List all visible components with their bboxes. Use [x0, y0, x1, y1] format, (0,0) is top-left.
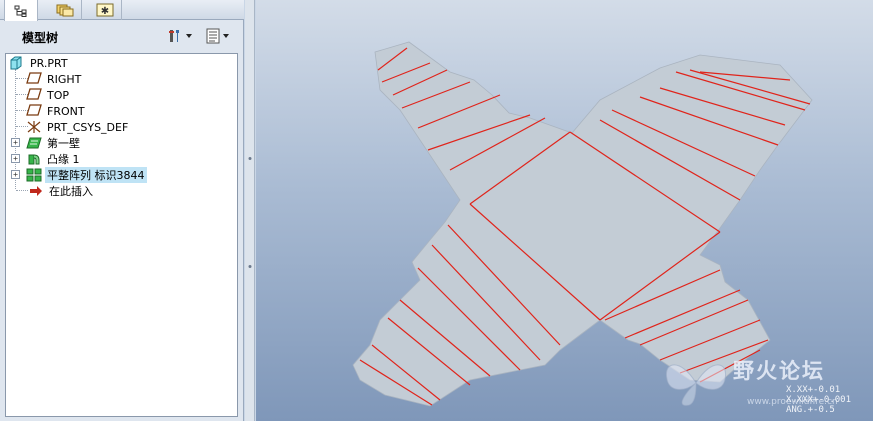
tree-item-label: FRONT	[47, 104, 85, 118]
tree-item-insert-here[interactable]: 在此插入	[6, 183, 237, 199]
datum-plane-icon	[26, 88, 42, 102]
tools-icon	[169, 30, 179, 42]
tree-item-label: 平整阵列 标识3844	[45, 167, 147, 183]
svg-text:✱: ✱	[100, 6, 108, 17]
tree-item-label: TOP	[47, 88, 70, 102]
chevron-down-icon	[186, 34, 192, 38]
list-icon	[206, 28, 220, 44]
panel-tab-bar: ✱	[0, 0, 244, 21]
tree-item-right[interactable]: RIGHT	[6, 71, 237, 87]
tree-item-label: 第一壁	[47, 137, 80, 150]
splitter-grip-icon[interactable]	[247, 260, 253, 268]
model-tree-title: 模型树	[22, 31, 59, 45]
show-menu-button[interactable]	[206, 27, 229, 45]
tree-item-csys[interactable]: PRT_CSYS_DEF	[6, 119, 237, 135]
tree-item-flange[interactable]: 凸缘 1	[6, 151, 237, 167]
favorites-icon: ✱	[96, 3, 113, 17]
model-tree-icon	[14, 5, 27, 17]
tolerance-line: X.XX+-0.01	[785, 385, 841, 395]
watermark-text: 野火论坛	[733, 359, 825, 383]
datum-plane-icon	[26, 104, 42, 118]
splitter-grip-icon[interactable]	[247, 152, 253, 160]
tolerance-line: ANG.+-0.5	[785, 405, 835, 415]
butterfly-logo-icon	[665, 364, 727, 406]
settings-button[interactable]	[167, 27, 192, 45]
tree-item-front[interactable]: FRONT	[6, 103, 237, 119]
insert-here-arrow-icon	[28, 184, 44, 198]
panel-splitter[interactable]	[245, 0, 255, 421]
tree-item-top[interactable]: TOP	[6, 87, 237, 103]
sheet-outline	[352, 41, 813, 407]
model-tree-panel: ✱ 模型树 PR.PRT RIGHT TOP FRONT PRT_CSYS_DE…	[0, 0, 244, 421]
tree-item-part[interactable]: PR.PRT	[6, 55, 237, 71]
datum-plane-icon	[26, 72, 42, 86]
folder-browser-icon	[56, 4, 73, 17]
tree-item-label: PRT_CSYS_DEF	[47, 120, 129, 134]
tolerance-table: X.XX+-0.01 X.XXX+-0.001 ANG.+-0.5	[786, 385, 851, 415]
first-wall-icon	[26, 136, 42, 150]
tab-folder-browser[interactable]	[48, 0, 82, 20]
tree-item-label: 在此插入	[49, 185, 93, 198]
pattern-icon	[26, 168, 42, 182]
model-tree-header: 模型树	[0, 21, 244, 51]
tree-item-pattern[interactable]: 平整阵列 标识3844	[6, 167, 237, 183]
flange-icon	[26, 152, 42, 166]
tree-item-first-wall[interactable]: 第一壁	[6, 135, 237, 151]
flat-pattern-outline	[352, 41, 813, 407]
tab-favorites[interactable]: ✱	[88, 0, 122, 20]
tree-item-label: RIGHT	[47, 72, 82, 86]
model-tree[interactable]: PR.PRT RIGHT TOP FRONT PRT_CSYS_DEF + 第一…	[5, 53, 238, 417]
tree-item-label: PR.PRT	[30, 56, 68, 70]
graphics-viewport[interactable]: 野火论坛 www.proewildfire.cn X.XX+-0.01 X.XX…	[256, 0, 873, 421]
part-icon	[9, 56, 25, 70]
csys-icon	[26, 120, 42, 134]
tab-model-tree[interactable]	[4, 0, 38, 21]
tolerance-line: X.XXX+-0.001	[785, 395, 851, 405]
chevron-down-icon	[223, 34, 229, 38]
tree-item-label: 凸缘 1	[47, 153, 80, 166]
